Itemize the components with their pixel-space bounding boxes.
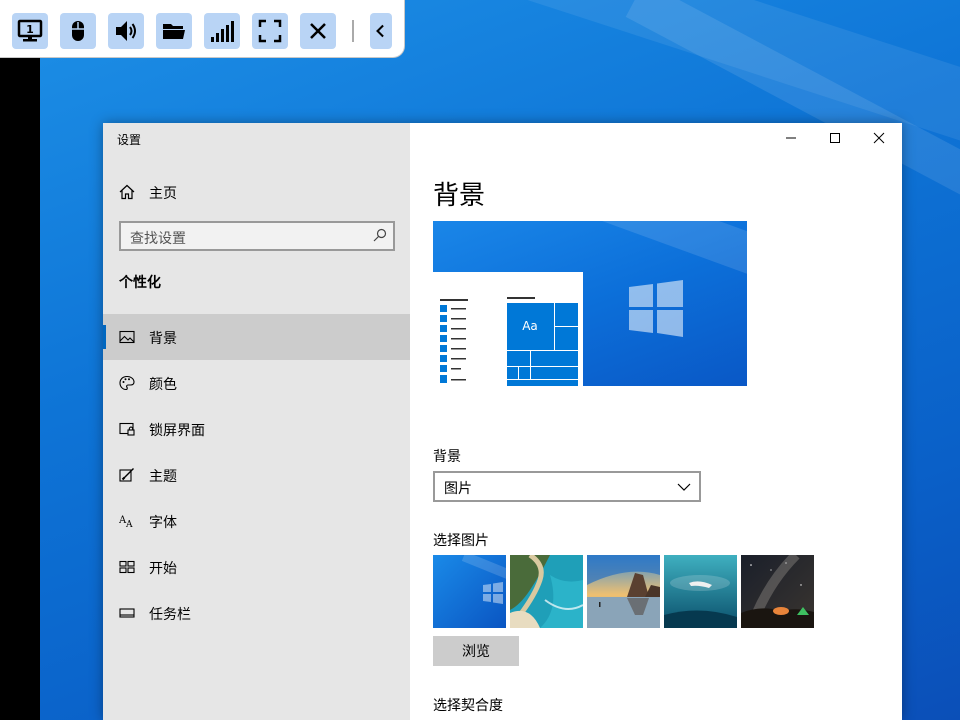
chevron-left-icon[interactable] xyxy=(370,13,392,49)
search-placeholder: 查找设置 xyxy=(130,231,186,247)
sidebar-item-label: 锁屏界面 xyxy=(149,423,205,439)
settings-window: 设置 主页 查找设置 个性化 背景 颜色 锁屏界面 主题 AA 字体 开始 任务… xyxy=(103,123,902,720)
section-title: 个性化 xyxy=(119,275,161,291)
sidebar-item-label: 颜色 xyxy=(149,377,177,393)
sidebar-item-taskbar[interactable]: 任务栏 xyxy=(103,590,410,636)
window-title: 设置 xyxy=(117,133,142,147)
font-icon: AA xyxy=(119,515,133,529)
speaker-icon[interactable] xyxy=(108,13,144,49)
background-label: 背景 xyxy=(433,449,461,465)
palette-icon xyxy=(119,375,135,391)
sidebar-item-colors[interactable]: 颜色 xyxy=(103,360,410,406)
sidebar-item-label: 主页 xyxy=(149,186,177,202)
start-icon xyxy=(119,560,135,574)
sidebar-item-themes[interactable]: 主题 xyxy=(103,452,410,498)
folder-icon[interactable] xyxy=(156,13,192,49)
svg-text:A: A xyxy=(125,520,133,529)
picture-thumbnail-4[interactable] xyxy=(664,555,737,628)
sidebar-item-background[interactable]: 背景 xyxy=(103,314,410,360)
monitor-number: 1 xyxy=(26,23,34,36)
sidebar-item-lock-screen[interactable]: 锁屏界面 xyxy=(103,406,410,452)
tile-label: Aa xyxy=(522,319,538,333)
search-icon xyxy=(373,228,387,242)
background-preview: Aa xyxy=(433,221,747,386)
sidebar-item-label: 开始 xyxy=(149,561,177,577)
minimize-icon xyxy=(786,137,796,139)
search-input[interactable]: 查找设置 xyxy=(119,221,395,251)
choose-picture-label: 选择图片 xyxy=(433,533,489,549)
lock-screen-icon xyxy=(119,422,135,436)
start-menu-preview: Aa xyxy=(433,272,583,386)
picture-thumbnail-5[interactable] xyxy=(741,555,814,628)
windows-logo-icon xyxy=(629,280,683,337)
sidebar-item-label: 任务栏 xyxy=(149,607,191,623)
sidebar-item-start[interactable]: 开始 xyxy=(103,544,410,590)
close-icon[interactable] xyxy=(300,13,336,49)
remote-toolbar: 1 xyxy=(0,0,405,58)
home-icon xyxy=(119,184,135,200)
sidebar-item-label: 背景 xyxy=(149,331,177,347)
chevron-down-icon xyxy=(677,483,691,491)
sidebar: 设置 主页 查找设置 个性化 背景 颜色 锁屏界面 主题 AA 字体 开始 任务… xyxy=(103,123,410,720)
picture-thumbnail-2[interactable] xyxy=(510,555,583,628)
choose-fit-label: 选择契合度 xyxy=(433,698,503,714)
picture-thumbnail-3[interactable] xyxy=(587,555,660,628)
monitor-1-icon[interactable]: 1 xyxy=(12,13,48,49)
dropdown-value: 图片 xyxy=(444,481,472,497)
fullscreen-icon[interactable] xyxy=(252,13,288,49)
sidebar-item-label: 主题 xyxy=(149,469,177,485)
sidebar-item-label: 字体 xyxy=(149,515,177,531)
maximize-button[interactable] xyxy=(813,123,857,153)
theme-icon xyxy=(119,468,134,482)
sidebar-item-fonts[interactable]: AA 字体 xyxy=(103,498,410,544)
background-type-dropdown[interactable]: 图片 xyxy=(433,471,701,502)
sidebar-item-home[interactable]: 主页 xyxy=(103,169,410,215)
toolbar-separator xyxy=(352,20,354,42)
page-title: 背景 xyxy=(433,181,486,211)
close-button[interactable] xyxy=(857,123,901,153)
close-icon xyxy=(873,132,885,144)
taskbar-icon xyxy=(119,608,135,618)
browse-button[interactable]: 浏览 xyxy=(433,636,519,666)
mouse-icon[interactable] xyxy=(60,13,96,49)
maximize-icon xyxy=(830,133,840,143)
signal-icon[interactable] xyxy=(204,13,240,49)
picture-thumbnail-1[interactable] xyxy=(433,555,506,628)
minimize-button[interactable] xyxy=(769,123,813,153)
picture-icon xyxy=(119,330,135,344)
